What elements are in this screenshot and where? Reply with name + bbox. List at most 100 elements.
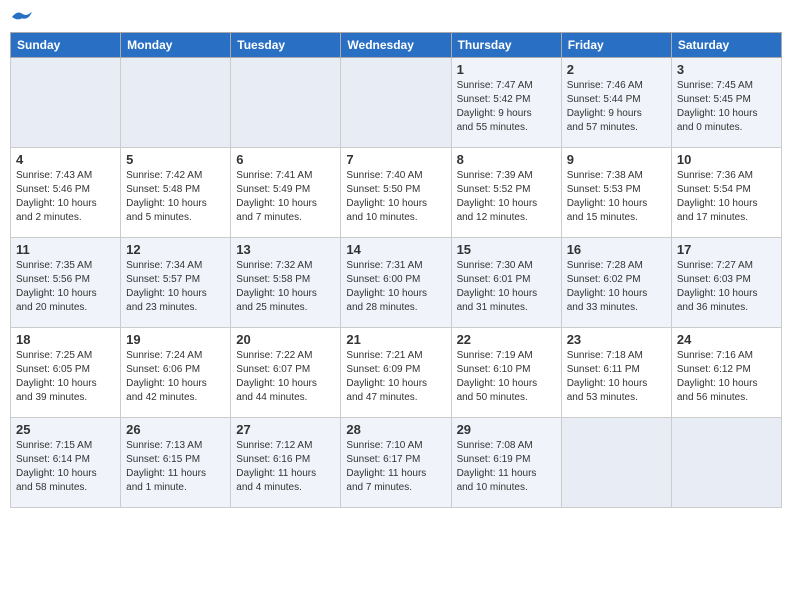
day-info: Sunrise: 7:36 AM Sunset: 5:54 PM Dayligh… xyxy=(677,169,776,225)
calendar-header-saturday: Saturday xyxy=(671,33,781,58)
day-number: 23 xyxy=(567,332,666,347)
calendar-cell: 19 Sunrise: 7:24 AM Sunset: 6:06 PM Dayli… xyxy=(121,328,231,418)
day-number: 6 xyxy=(236,152,335,167)
calendar-cell: 14 Sunrise: 7:31 AM Sunset: 6:00 PM Dayli… xyxy=(341,238,451,328)
day-number: 29 xyxy=(457,422,556,437)
calendar-cell: 7 Sunrise: 7:40 AM Sunset: 5:50 PM Daylig… xyxy=(341,148,451,238)
calendar-cell xyxy=(341,58,451,148)
day-info: Sunrise: 7:22 AM Sunset: 6:07 PM Dayligh… xyxy=(236,349,335,405)
day-info: Sunrise: 7:34 AM Sunset: 5:57 PM Dayligh… xyxy=(126,259,225,315)
calendar-cell: 23Sunrise: 7:18 AM Sunset: 6:11 PM Dayli… xyxy=(561,328,671,418)
day-number: 1 xyxy=(457,62,556,77)
day-info: Sunrise: 7:24 AM Sunset: 6:06 PM Dayligh… xyxy=(126,349,225,405)
calendar-cell: 6 Sunrise: 7:41 AM Sunset: 5:49 PM Daylig… xyxy=(231,148,341,238)
day-number: 12 xyxy=(126,242,225,257)
calendar-cell: 11Sunrise: 7:35 AM Sunset: 5:56 PM Dayli… xyxy=(11,238,121,328)
calendar-cell: 13 Sunrise: 7:32 AM Sunset: 5:58 PM Dayli… xyxy=(231,238,341,328)
day-number: 11 xyxy=(16,242,115,257)
day-number: 19 xyxy=(126,332,225,347)
page-header xyxy=(10,10,782,24)
day-info: Sunrise: 7:31 AM Sunset: 6:00 PM Dayligh… xyxy=(346,259,445,315)
day-number: 18 xyxy=(16,332,115,347)
day-info: Sunrise: 7:40 AM Sunset: 5:50 PM Dayligh… xyxy=(346,169,445,225)
day-number: 13 xyxy=(236,242,335,257)
day-info: Sunrise: 7:28 AM Sunset: 6:02 PM Dayligh… xyxy=(567,259,666,315)
day-number: 28 xyxy=(346,422,445,437)
calendar-cell: 2 Sunrise: 7:46 AM Sunset: 5:44 PM Daylig… xyxy=(561,58,671,148)
calendar-cell: 10 Sunrise: 7:36 AM Sunset: 5:54 PM Dayli… xyxy=(671,148,781,238)
calendar-header-thursday: Thursday xyxy=(451,33,561,58)
day-number: 26 xyxy=(126,422,225,437)
calendar-cell: 28 Sunrise: 7:10 AM Sunset: 6:17 PM Dayli… xyxy=(341,418,451,508)
calendar-cell: 16 Sunrise: 7:28 AM Sunset: 6:02 PM Dayli… xyxy=(561,238,671,328)
calendar-cell: 9 Sunrise: 7:38 AM Sunset: 5:53 PM Daylig… xyxy=(561,148,671,238)
calendar-cell: 5Sunrise: 7:42 AM Sunset: 5:48 PM Daylig… xyxy=(121,148,231,238)
calendar-header-friday: Friday xyxy=(561,33,671,58)
day-number: 4 xyxy=(16,152,115,167)
day-number: 17 xyxy=(677,242,776,257)
calendar-cell xyxy=(11,58,121,148)
day-number: 15 xyxy=(457,242,556,257)
day-info: Sunrise: 7:13 AM Sunset: 6:15 PM Dayligh… xyxy=(126,439,225,495)
calendar-header-tuesday: Tuesday xyxy=(231,33,341,58)
day-info: Sunrise: 7:47 AM Sunset: 5:42 PM Dayligh… xyxy=(457,79,556,135)
calendar-week-row: 11Sunrise: 7:35 AM Sunset: 5:56 PM Dayli… xyxy=(11,238,782,328)
calendar-cell: 20 Sunrise: 7:22 AM Sunset: 6:07 PM Dayli… xyxy=(231,328,341,418)
calendar-cell: 3Sunrise: 7:45 AM Sunset: 5:45 PM Daylig… xyxy=(671,58,781,148)
day-info: Sunrise: 7:39 AM Sunset: 5:52 PM Dayligh… xyxy=(457,169,556,225)
calendar-cell: 15 Sunrise: 7:30 AM Sunset: 6:01 PM Dayli… xyxy=(451,238,561,328)
day-number: 20 xyxy=(236,332,335,347)
calendar-cell: 12 Sunrise: 7:34 AM Sunset: 5:57 PM Dayli… xyxy=(121,238,231,328)
day-number: 27 xyxy=(236,422,335,437)
day-info: Sunrise: 7:46 AM Sunset: 5:44 PM Dayligh… xyxy=(567,79,666,135)
calendar-week-row: 4 Sunrise: 7:43 AM Sunset: 5:46 PM Daylig… xyxy=(11,148,782,238)
calendar-cell: 27 Sunrise: 7:12 AM Sunset: 6:16 PM Dayli… xyxy=(231,418,341,508)
calendar-cell: 8 Sunrise: 7:39 AM Sunset: 5:52 PM Daylig… xyxy=(451,148,561,238)
day-info: Sunrise: 7:15 AM Sunset: 6:14 PM Dayligh… xyxy=(16,439,115,495)
day-number: 14 xyxy=(346,242,445,257)
day-info: Sunrise: 7:43 AM Sunset: 5:46 PM Dayligh… xyxy=(16,169,115,225)
calendar-cell: 25Sunrise: 7:15 AM Sunset: 6:14 PM Dayli… xyxy=(11,418,121,508)
calendar-table: SundayMondayTuesdayWednesdayThursdayFrid… xyxy=(10,32,782,508)
calendar-cell: 4 Sunrise: 7:43 AM Sunset: 5:46 PM Daylig… xyxy=(11,148,121,238)
calendar-week-row: 18 Sunrise: 7:25 AM Sunset: 6:05 PM Dayli… xyxy=(11,328,782,418)
calendar-cell: 24Sunrise: 7:16 AM Sunset: 6:12 PM Dayli… xyxy=(671,328,781,418)
calendar-week-row: 25Sunrise: 7:15 AM Sunset: 6:14 PM Dayli… xyxy=(11,418,782,508)
day-number: 2 xyxy=(567,62,666,77)
day-info: Sunrise: 7:21 AM Sunset: 6:09 PM Dayligh… xyxy=(346,349,445,405)
day-number: 5 xyxy=(126,152,225,167)
day-info: Sunrise: 7:27 AM Sunset: 6:03 PM Dayligh… xyxy=(677,259,776,315)
day-number: 10 xyxy=(677,152,776,167)
calendar-cell: 1 Sunrise: 7:47 AM Sunset: 5:42 PM Daylig… xyxy=(451,58,561,148)
calendar-week-row: 1 Sunrise: 7:47 AM Sunset: 5:42 PM Daylig… xyxy=(11,58,782,148)
calendar-header-wednesday: Wednesday xyxy=(341,33,451,58)
calendar-header-row: SundayMondayTuesdayWednesdayThursdayFrid… xyxy=(11,33,782,58)
day-number: 7 xyxy=(346,152,445,167)
day-info: Sunrise: 7:16 AM Sunset: 6:12 PM Dayligh… xyxy=(677,349,776,405)
day-info: Sunrise: 7:10 AM Sunset: 6:17 PM Dayligh… xyxy=(346,439,445,495)
calendar-header-sunday: Sunday xyxy=(11,33,121,58)
calendar-cell: 29 Sunrise: 7:08 AM Sunset: 6:19 PM Dayli… xyxy=(451,418,561,508)
day-info: Sunrise: 7:25 AM Sunset: 6:05 PM Dayligh… xyxy=(16,349,115,405)
day-number: 9 xyxy=(567,152,666,167)
day-info: Sunrise: 7:32 AM Sunset: 5:58 PM Dayligh… xyxy=(236,259,335,315)
day-info: Sunrise: 7:12 AM Sunset: 6:16 PM Dayligh… xyxy=(236,439,335,495)
calendar-cell: 18 Sunrise: 7:25 AM Sunset: 6:05 PM Dayli… xyxy=(11,328,121,418)
calendar-cell: 17 Sunrise: 7:27 AM Sunset: 6:03 PM Dayli… xyxy=(671,238,781,328)
day-number: 22 xyxy=(457,332,556,347)
calendar-cell xyxy=(231,58,341,148)
day-number: 16 xyxy=(567,242,666,257)
day-info: Sunrise: 7:41 AM Sunset: 5:49 PM Dayligh… xyxy=(236,169,335,225)
day-number: 8 xyxy=(457,152,556,167)
calendar-cell xyxy=(121,58,231,148)
day-info: Sunrise: 7:30 AM Sunset: 6:01 PM Dayligh… xyxy=(457,259,556,315)
calendar-header-monday: Monday xyxy=(121,33,231,58)
calendar-cell xyxy=(561,418,671,508)
day-info: Sunrise: 7:08 AM Sunset: 6:19 PM Dayligh… xyxy=(457,439,556,495)
logo-bird-icon xyxy=(12,10,32,24)
calendar-cell: 21Sunrise: 7:21 AM Sunset: 6:09 PM Dayli… xyxy=(341,328,451,418)
day-number: 3 xyxy=(677,62,776,77)
calendar-cell xyxy=(671,418,781,508)
calendar-cell: 26 Sunrise: 7:13 AM Sunset: 6:15 PM Dayli… xyxy=(121,418,231,508)
day-info: Sunrise: 7:38 AM Sunset: 5:53 PM Dayligh… xyxy=(567,169,666,225)
